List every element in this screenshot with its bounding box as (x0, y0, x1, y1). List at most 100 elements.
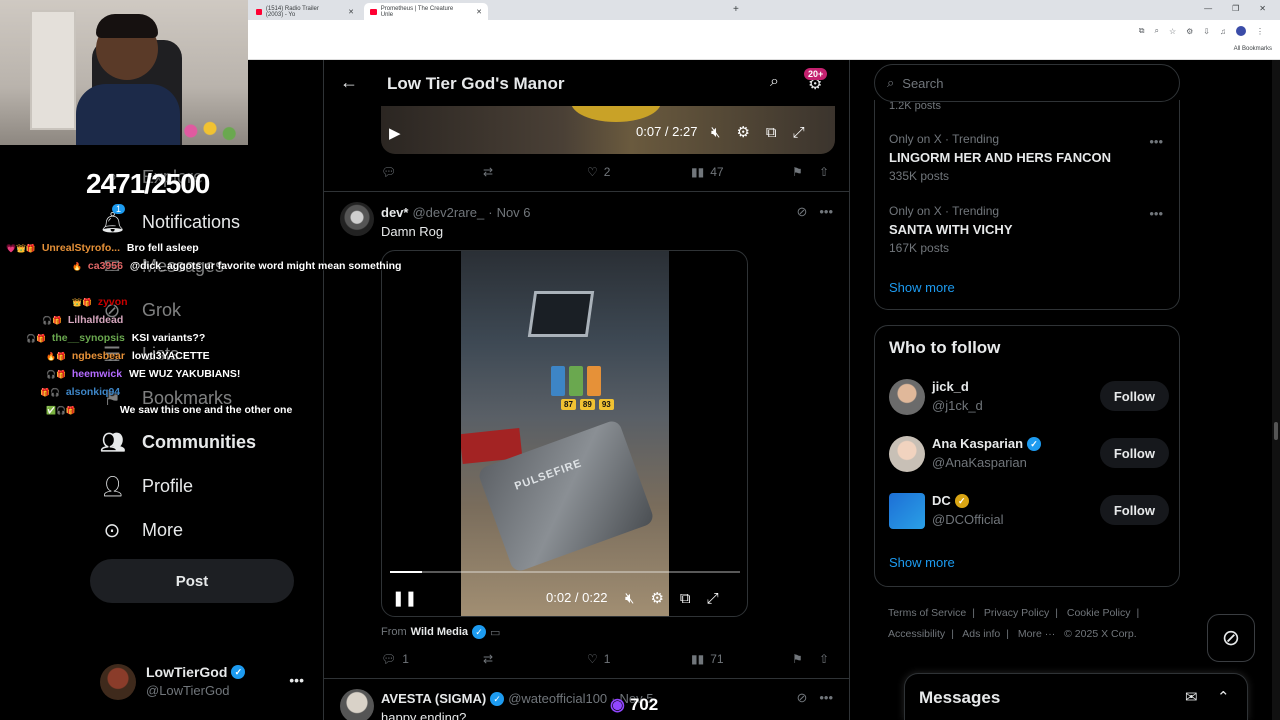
show-more-link[interactable]: Show more (889, 555, 955, 570)
pip-icon[interactable]: ⧉ (766, 124, 777, 141)
post-button[interactable]: Post (90, 559, 294, 603)
author-name[interactable]: dev* (381, 205, 408, 220)
browser-tab-bar: (1514) Radio Trailer (2003) - Yo ✕ Prome… (248, 0, 1280, 20)
address-bar[interactable]: ⧉ ⌕ ☆ ⚙ ⇩ ♫ ⋮ (248, 20, 1280, 42)
like-button[interactable]: ♡ 1 (587, 652, 610, 666)
minimize-icon[interactable]: — (1204, 4, 1212, 13)
chat-line: 🎧🎁 heemwick WE WUZ YAKUBIANS! (46, 368, 240, 380)
fullscreen-icon[interactable]: ⤢ (793, 124, 805, 141)
new-message-icon[interactable]: ✉ (1185, 688, 1198, 706)
media-icon[interactable]: ♫ (1220, 27, 1226, 36)
nav-label: Profile (142, 476, 194, 496)
more-dots-icon[interactable]: ••• (819, 690, 833, 706)
close-tab-icon[interactable]: ✕ (476, 8, 482, 16)
follow-button[interactable]: Follow (1099, 495, 1169, 525)
author-handle[interactable]: @dev2rare_ (412, 205, 484, 220)
verified-badge-icon: ✓ (231, 665, 246, 679)
reply-button[interactable]: 💬︎ 1 (381, 652, 409, 666)
pause-button[interactable]: ❚❚ (392, 589, 417, 607)
terms-link[interactable]: Terms of Service (888, 607, 966, 619)
views-icon: ▮▮ (691, 652, 705, 666)
nav-notifications[interactable]: 🔔︎ 1 Notifications (100, 204, 240, 235)
grok-icon[interactable]: ⊘ (796, 204, 807, 220)
cast-icon[interactable]: ⧉ (1139, 26, 1145, 36)
restore-icon[interactable]: ❐ (1232, 4, 1239, 13)
nav-more[interactable]: ⊙ More (100, 518, 183, 543)
trend-item[interactable]: Only on X · Trending LINGORM HER AND HER… (889, 132, 1111, 183)
show-more-link[interactable]: Show more (889, 280, 955, 295)
search-icon[interactable]: ⌕ (770, 73, 779, 91)
follow-button[interactable]: Follow (1099, 381, 1169, 411)
back-arrow-icon[interactable]: ← (340, 72, 358, 93)
suggested-user-name-row: Ana Kasparian ✓ (932, 436, 1042, 451)
more-link[interactable]: More ··· (1018, 628, 1055, 640)
video-progress-bar[interactable] (390, 571, 740, 573)
share-icon[interactable]: ⇧ (819, 165, 829, 179)
mute-icon[interactable]: 🔇︎ (711, 124, 720, 141)
star-icon[interactable]: ☆ (1169, 27, 1176, 36)
previous-video[interactable]: ▶ 0:07 / 2:27 🔇︎ ⚙ ⧉ ⤢ (381, 106, 835, 154)
author-name[interactable]: AVESTA (SIGMA) (381, 691, 486, 706)
new-tab-icon[interactable]: + (733, 4, 739, 15)
close-tab-icon[interactable]: ✕ (348, 8, 354, 16)
more-dots-icon[interactable]: ••• (819, 204, 833, 220)
more-dots-icon[interactable]: ••• (1149, 134, 1163, 149)
reply-icon[interactable]: 💬︎ (381, 165, 396, 179)
grok-icon[interactable]: ⊘ (796, 690, 807, 706)
browser-profile-icon[interactable] (1236, 26, 1246, 36)
pip-icon[interactable]: ⧉ (680, 590, 691, 607)
settings-icon[interactable]: ⚙ (736, 123, 749, 141)
suggested-user[interactable]: Ana Kasparian ✓ @AnaKasparian Follow (889, 436, 1169, 476)
all-bookmarks-link[interactable]: All Bookmarks (1234, 46, 1272, 52)
views-button[interactable]: ▮▮ 71 (691, 652, 724, 666)
account-switcher[interactable]: LowTierGod ✓ @LowTierGod ••• (100, 662, 312, 702)
fullscreen-icon[interactable]: ⤢ (707, 590, 719, 607)
author-handle[interactable]: @wateofficial100 (508, 691, 607, 706)
settings-icon[interactable]: ⚙ (650, 589, 663, 607)
browser-tab[interactable]: (1514) Radio Trailer (2003) - Yo ✕ (250, 3, 360, 20)
retweet-icon[interactable]: ⇄ (483, 652, 493, 666)
page-scrollbar[interactable] (1272, 60, 1280, 720)
expand-icon[interactable]: ⌃ (1217, 688, 1230, 706)
ads-link[interactable]: Ads info (962, 628, 1000, 640)
play-button[interactable]: ▶ (389, 124, 401, 142)
views-button[interactable]: ▮▮ 47 (691, 165, 724, 179)
tweet-date[interactable]: Nov 6 (497, 205, 531, 220)
nav-profile[interactable]: 👤︎ Profile (100, 474, 193, 499)
suggested-user[interactable]: jick_d @j1ck_d Follow (889, 379, 1169, 419)
bookmark-icon[interactable]: ⚑ (792, 165, 803, 179)
trend-item[interactable]: Only on X · Trending SANTA WITH VICHY 16… (889, 204, 1013, 255)
extensions-icon[interactable]: ⚙ (1186, 27, 1193, 36)
bookmark-icon[interactable]: ⚑ (792, 652, 803, 666)
avatar[interactable] (340, 689, 374, 720)
search-input[interactable]: ⌕ Search (874, 64, 1180, 102)
person-icon: 👤︎ (100, 476, 126, 498)
tweet-text: happy ending? (381, 710, 467, 720)
cookie-link[interactable]: Cookie Policy (1067, 607, 1131, 619)
retweet-icon[interactable]: ⇄ (483, 165, 493, 179)
privacy-link[interactable]: Privacy Policy (984, 607, 1049, 619)
grok-icon[interactable]: ⊘ (1207, 614, 1255, 662)
like-button[interactable]: ♡ 2 (587, 165, 610, 179)
accessibility-link[interactable]: Accessibility (888, 628, 945, 640)
avatar[interactable] (340, 202, 374, 236)
browser-tab-active[interactable]: Prometheus | The Creature Unle ✕ (364, 3, 488, 20)
nav-communities[interactable]: 👥︎ Communities (100, 430, 256, 455)
more-dots-icon[interactable]: ••• (289, 672, 304, 688)
chat-message: We saw this one and the other one (119, 404, 293, 416)
suggested-user[interactable]: DC ✓ @DCOfficial Follow (889, 493, 1169, 533)
more-dots-icon[interactable]: ••• (1149, 206, 1163, 221)
close-window-icon[interactable]: ✕ (1259, 4, 1266, 13)
zoom-icon[interactable]: ⌕ (1154, 26, 1158, 36)
source-name[interactable]: Wild Media (411, 626, 468, 638)
messages-drawer[interactable]: Messages ✉ ⌃ (904, 673, 1248, 720)
follow-button[interactable]: Follow (1099, 438, 1169, 468)
download-icon[interactable]: ⇩ (1203, 27, 1210, 36)
menu-icon[interactable]: ⋮ (1256, 27, 1264, 36)
avatar (889, 493, 925, 529)
scrollbar-thumb[interactable] (1274, 422, 1278, 440)
share-icon[interactable]: ⇧ (819, 652, 829, 666)
tweet-video[interactable]: 87 89 93 PULSEFIRE ❚❚ 0:02 / 0:22 🔇︎ ⚙ ⧉… (381, 250, 748, 617)
mute-icon[interactable]: 🔇︎ (625, 590, 634, 607)
chat-user: Lilhalfdead (67, 314, 124, 326)
